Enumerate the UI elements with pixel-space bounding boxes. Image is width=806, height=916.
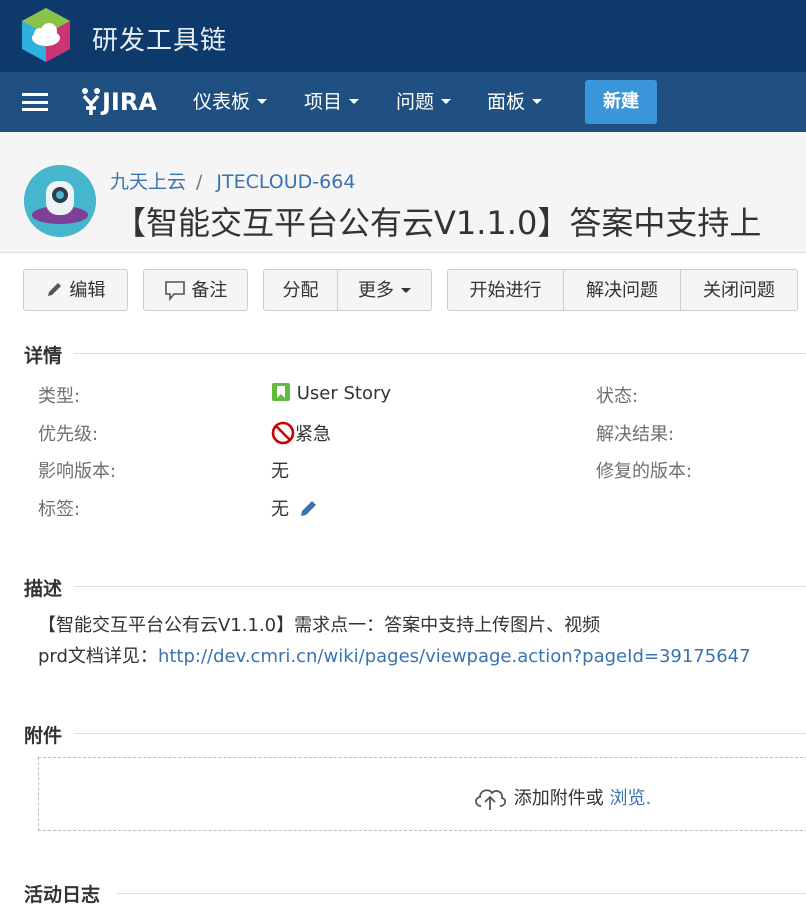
nav-dashboard-label: 仪表板	[193, 91, 251, 113]
create-button[interactable]: 新建	[585, 80, 657, 124]
labels-value[interactable]: 无	[271, 495, 319, 521]
breadcrumb-project[interactable]: 九天上云	[110, 171, 186, 193]
nav-boards[interactable]: 面板	[487, 72, 543, 132]
priority-value: 紧急	[271, 420, 331, 446]
breadcrumb-separator: /	[196, 171, 203, 193]
prd-link[interactable]: http://dev.cmri.cn/wiki/pages/viewpage.a…	[158, 646, 751, 667]
jira-logo-text: JIRA	[102, 88, 157, 116]
menu-icon[interactable]	[22, 93, 48, 111]
details-heading[interactable]: 详情	[24, 341, 62, 368]
jira-glyph-icon	[82, 88, 100, 115]
brand-bar: 研发工具链	[0, 0, 806, 72]
priority-label: 优先级:	[38, 424, 99, 445]
activity-heading[interactable]: 活动日志	[24, 880, 100, 907]
nav-projects-label: 项目	[304, 91, 343, 113]
breadcrumb: 九天上云 / JTECLOUD-664	[110, 167, 355, 194]
chevron-down-icon	[401, 287, 411, 293]
nav-boards-label: 面板	[487, 91, 526, 113]
type-value: User Story	[271, 382, 391, 404]
breadcrumb-issue-key[interactable]: JTECLOUD-664	[216, 171, 355, 193]
divider	[74, 353, 806, 354]
toolchain-logo-icon	[22, 8, 70, 62]
attachment-dropzone-text: 添加附件或 浏览.	[472, 782, 651, 812]
type-label: 类型:	[38, 386, 81, 407]
attachments-heading[interactable]: 附件	[24, 721, 62, 748]
upload-cloud-icon	[475, 789, 507, 810]
close-issue-button[interactable]: 关闭问题	[680, 269, 798, 311]
description-heading[interactable]: 描述	[24, 574, 62, 601]
nav-issues[interactable]: 问题	[396, 72, 452, 132]
status-label: 状态:	[596, 386, 639, 407]
description-line-1: 【智能交互平台公有云V1.1.0】需求点一：答案中支持上传图片、视频	[38, 615, 601, 636]
chevron-down-icon	[532, 99, 543, 104]
assign-button[interactable]: 分配	[263, 269, 338, 311]
chevron-down-icon	[257, 99, 268, 104]
resolve-issue-button[interactable]: 解决问题	[563, 269, 681, 311]
nav-issues-label: 问题	[396, 91, 435, 113]
robot-avatar-icon	[24, 165, 96, 237]
attachment-drop-label: 添加附件或	[513, 788, 604, 809]
nav-dashboard[interactable]: 仪表板	[193, 72, 268, 132]
nav-projects[interactable]: 项目	[304, 72, 360, 132]
pencil-icon	[47, 283, 61, 296]
chevron-down-icon	[349, 99, 360, 104]
more-button[interactable]: 更多	[337, 269, 432, 311]
attachment-dropzone[interactable]	[38, 757, 806, 831]
blocker-priority-icon	[271, 421, 295, 445]
description-prefix: prd文档详见：	[38, 646, 158, 667]
divider	[116, 893, 806, 894]
divider	[74, 733, 806, 734]
labels-label: 标签:	[38, 499, 81, 520]
edit-button[interactable]: 编辑	[23, 269, 128, 311]
more-button-label: 更多	[358, 280, 394, 301]
priority-value-text: 紧急	[295, 424, 331, 445]
user-story-icon	[272, 383, 290, 401]
edit-pencil-icon[interactable]	[299, 498, 319, 518]
comment-icon	[164, 281, 185, 302]
edit-button-label: 编辑	[69, 280, 106, 301]
start-progress-button[interactable]: 开始进行	[447, 269, 564, 311]
brand-title: 研发工具链	[92, 26, 228, 56]
main-nav: JIRA 仪表板 项目 问题 面板	[0, 72, 806, 132]
affects-version-label: 影响版本:	[38, 461, 117, 482]
project-avatar[interactable]	[24, 165, 96, 237]
chevron-down-icon	[441, 99, 452, 104]
browse-link[interactable]: 浏览.	[609, 788, 651, 809]
fix-version-label: 修复的版本:	[596, 461, 693, 482]
issue-title[interactable]: 【智能交互平台公有云V1.1.0】答案中支持上	[114, 198, 761, 244]
type-value-text: User Story	[296, 383, 392, 404]
affects-version-value: 无	[271, 461, 289, 482]
resolution-label: 解决结果:	[596, 424, 675, 445]
comment-button-label: 备注	[191, 280, 228, 301]
description-line-2: prd文档详见：http://dev.cmri.cn/wiki/pages/vi…	[38, 642, 751, 668]
divider	[74, 586, 806, 587]
jira-logo[interactable]: JIRA	[80, 86, 157, 118]
labels-value-text: 无	[271, 499, 289, 520]
comment-button[interactable]: 备注	[143, 269, 248, 311]
